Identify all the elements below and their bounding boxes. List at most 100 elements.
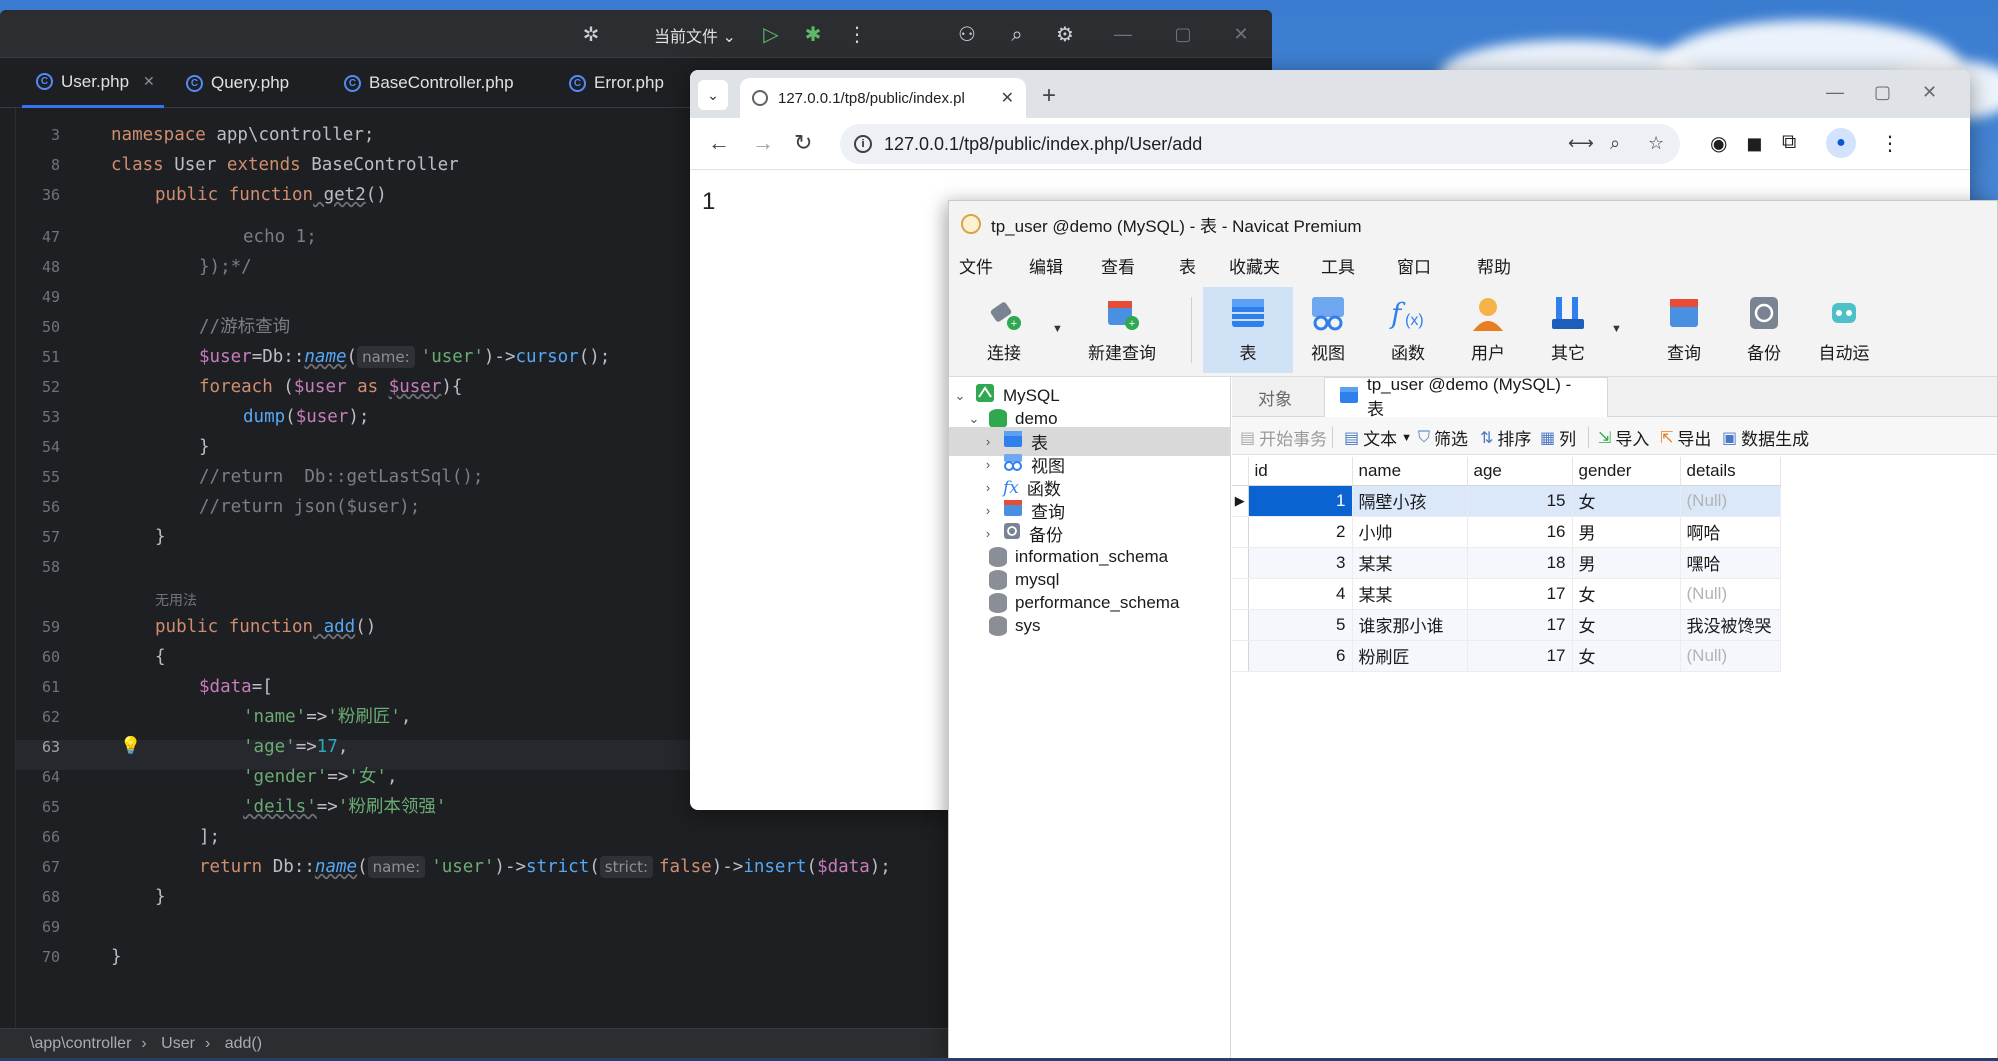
forward-icon[interactable]: → <box>752 130 774 156</box>
cell-name[interactable]: 粉刷匠 <box>1352 640 1468 672</box>
breadcrumb-item[interactable]: add() <box>225 1035 262 1052</box>
cell-details[interactable]: (Null) <box>1680 640 1781 672</box>
cell-details[interactable]: 我没被馋哭 <box>1680 609 1781 641</box>
search-icon[interactable]: ⌕ <box>1004 22 1030 48</box>
close-icon[interactable]: ✕ <box>143 73 155 90</box>
browser-tab[interactable]: 127.0.0.1/tp8/public/index.pl ✕ <box>740 78 1026 118</box>
zoom-icon[interactable]: ⌕ <box>1610 133 1620 154</box>
cell-details[interactable]: 啊哈 <box>1680 516 1781 548</box>
run-config-selector[interactable]: 当前文件 ⌄ <box>654 23 736 47</box>
chevron-down-icon[interactable]: ⌄ <box>953 388 967 404</box>
table-row[interactable]: 2 小帅 16 男 啊哈 <box>1232 516 1781 548</box>
filter-button[interactable]: ⛉ 筛选 <box>1418 425 1468 450</box>
star-icon[interactable]: ☆ <box>1648 133 1664 154</box>
extension-icon[interactable]: ◉ <box>1710 131 1727 156</box>
cell-name[interactable]: 隔壁小孩 <box>1352 485 1468 517</box>
cell-id[interactable]: 3 <box>1248 547 1353 579</box>
cell-id[interactable]: 5 <box>1248 609 1353 641</box>
lightbulb-icon[interactable]: 💡 <box>120 736 141 756</box>
tab-objects[interactable]: 对象 <box>1244 377 1306 417</box>
tab-basecontroller-php[interactable]: C BaseController.php <box>330 58 540 108</box>
function-button[interactable]: f (x) 函数 <box>1363 287 1453 373</box>
menu-view[interactable]: 查看 <box>1101 253 1135 278</box>
profile-avatar[interactable]: ● <box>1826 128 1856 158</box>
tab-user-php[interactable]: C User.php ✕ <box>22 58 164 108</box>
backup-button[interactable]: 备份 <box>1719 287 1809 373</box>
menu-window[interactable]: 窗口 <box>1397 253 1431 278</box>
view-button[interactable]: 视图 <box>1283 287 1373 373</box>
gear-icon[interactable]: ⚙ <box>1052 22 1078 48</box>
translate-icon[interactable]: ⟷ <box>1568 133 1594 154</box>
menu-favorites[interactable]: 收藏夹 <box>1229 253 1280 278</box>
table-row[interactable]: ▶ 1 隔壁小孩 15 女 (Null) <box>1232 485 1781 517</box>
cell-age[interactable]: 17 <box>1467 578 1573 610</box>
table-row[interactable]: 3 某某 18 男 嘿哈 <box>1232 547 1781 579</box>
new-tab-button[interactable]: + <box>1042 82 1056 110</box>
chevron-right-icon[interactable]: › <box>981 526 995 541</box>
table-row[interactable]: 5 谁家那小谁 17 女 我没被馋哭 <box>1232 609 1781 641</box>
table-row[interactable]: 6 粉刷匠 17 女 (Null) <box>1232 640 1781 672</box>
tab-table-tp-user[interactable]: tp_user @demo (MySQL) - 表 <box>1324 375 1608 419</box>
chevron-right-icon[interactable]: › <box>981 457 995 472</box>
table-button[interactable]: 表 <box>1203 287 1293 373</box>
cell-id[interactable]: 1 <box>1248 485 1353 517</box>
tab-query-php[interactable]: C Query.php <box>172 58 322 108</box>
close-button[interactable]: ✕ <box>1226 20 1256 48</box>
cell-gender[interactable]: 男 <box>1572 547 1681 579</box>
maximize-button[interactable]: ▢ <box>1168 20 1198 48</box>
cell-gender[interactable]: 男 <box>1572 516 1681 548</box>
menu-tools[interactable]: 工具 <box>1321 253 1355 278</box>
cell-gender[interactable]: 女 <box>1572 609 1681 641</box>
chevron-right-icon[interactable]: › <box>981 434 995 449</box>
tree-database-sys[interactable]: sys <box>989 611 1041 640</box>
breadcrumb-item[interactable]: User <box>161 1035 195 1052</box>
column-header-id[interactable]: id <box>1248 457 1353 486</box>
export-button[interactable]: ⇱ 导出 <box>1660 425 1711 450</box>
chevron-right-icon[interactable]: › <box>981 503 995 518</box>
import-button[interactable]: ⇲ 导入 <box>1598 425 1649 450</box>
extension-icon[interactable]: ◼ <box>1746 131 1763 156</box>
cell-age[interactable]: 16 <box>1467 516 1573 548</box>
menu-help[interactable]: 帮助 <box>1477 253 1511 278</box>
cell-name[interactable]: 某某 <box>1352 547 1468 579</box>
minimize-button[interactable]: — <box>1826 82 1844 103</box>
menu-table[interactable]: 表 <box>1179 253 1196 278</box>
text-view-button[interactable]: ▤ 文本 ▼ <box>1344 425 1412 450</box>
more-vertical-icon[interactable]: ⋮ <box>1880 131 1900 156</box>
reload-icon[interactable]: ↻ <box>794 130 812 156</box>
dropdown-arrow-icon[interactable]: ▼ <box>1611 323 1622 335</box>
sort-button[interactable]: ⇅ 排序 <box>1480 425 1531 450</box>
user-button[interactable]: 用户 <box>1443 287 1533 373</box>
cell-id[interactable]: 6 <box>1248 640 1353 672</box>
cell-gender[interactable]: 女 <box>1572 578 1681 610</box>
new-query-button[interactable]: + 新建查询 <box>1077 287 1167 373</box>
cell-gender[interactable]: 女 <box>1572 485 1681 517</box>
data-grid[interactable]: id name age gender details ▶ 1 隔壁小孩 15 女… <box>1232 457 1781 672</box>
cell-age[interactable]: 15 <box>1467 485 1573 517</box>
chevron-down-icon[interactable]: ⌄ <box>967 411 981 427</box>
more-vertical-icon[interactable]: ⋮ <box>844 22 870 48</box>
site-info-icon[interactable]: i <box>854 135 872 153</box>
cell-age[interactable]: 17 <box>1467 609 1573 641</box>
cell-details[interactable]: (Null) <box>1680 485 1781 517</box>
connection-button[interactable]: + 连接 <box>959 287 1049 373</box>
cell-name[interactable]: 小帅 <box>1352 516 1468 548</box>
tab-error-php[interactable]: C Error.php <box>555 58 695 108</box>
column-header-gender[interactable]: gender <box>1572 457 1681 486</box>
debug-icon[interactable]: ✱ <box>800 22 826 48</box>
menu-file[interactable]: 文件 <box>959 253 993 278</box>
close-button[interactable]: ✕ <box>1922 82 1937 103</box>
data-generation-button[interactable]: ▣ 数据生成 <box>1722 425 1809 450</box>
back-icon[interactable]: ← <box>708 130 730 156</box>
run-icon[interactable]: ▷ <box>758 22 784 48</box>
cell-details[interactable]: 嘿哈 <box>1680 547 1781 579</box>
chevron-right-icon[interactable]: › <box>981 480 995 495</box>
puzzle-icon[interactable]: ⧉ <box>1782 131 1796 154</box>
add-user-icon[interactable]: ⚇ <box>954 22 980 48</box>
automation-button[interactable]: 自动运 <box>1799 287 1889 373</box>
column-header-name[interactable]: name <box>1352 457 1468 486</box>
tab-search-button[interactable]: ⌄ <box>698 80 728 110</box>
column-header-age[interactable]: age <box>1467 457 1573 486</box>
cell-name[interactable]: 谁家那小谁 <box>1352 609 1468 641</box>
debug-bug-icon[interactable]: ✲ <box>578 22 604 48</box>
